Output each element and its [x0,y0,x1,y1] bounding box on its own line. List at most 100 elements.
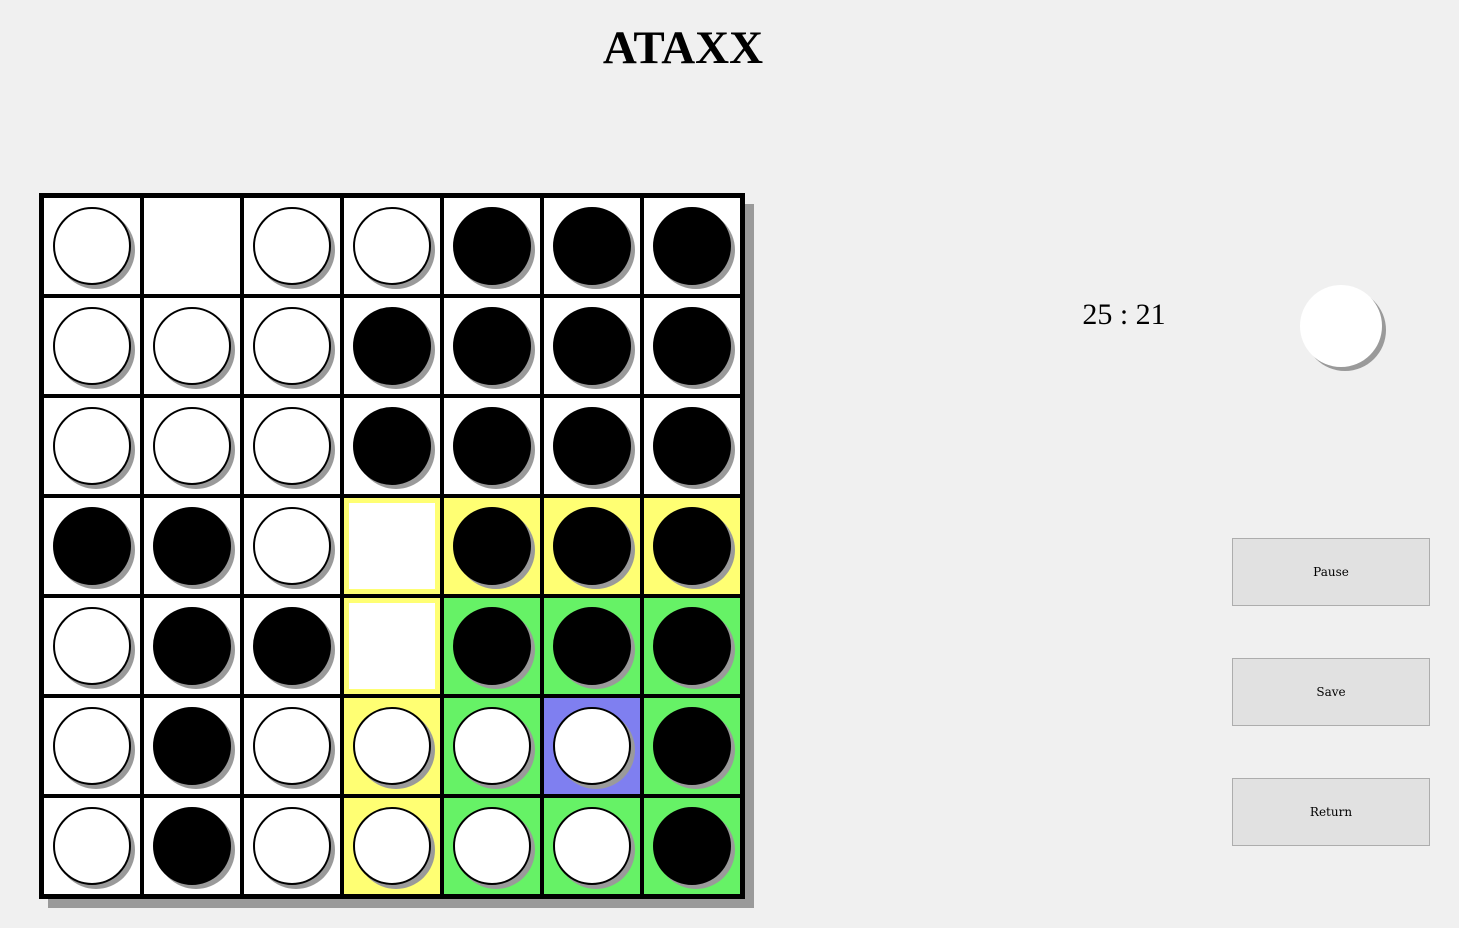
white-piece[interactable] [53,207,131,285]
black-piece[interactable] [653,807,731,885]
black-piece[interactable] [553,407,631,485]
board-cell-r1-c3[interactable] [244,198,340,294]
black-piece[interactable] [553,307,631,385]
white-piece[interactable] [253,307,331,385]
board-cell-r6-c3[interactable] [244,698,340,794]
white-piece[interactable] [453,707,531,785]
board-cell-r2-c6[interactable] [544,298,640,394]
white-piece[interactable] [53,707,131,785]
board-cell-r7-c6[interactable] [544,798,640,894]
board-cell-r6-c4[interactable] [344,698,440,794]
board-cell-r2-c5[interactable] [444,298,540,394]
board-cell-r6-c6[interactable] [544,698,640,794]
board-cell-r4-c1[interactable] [44,498,140,594]
board-cell-r3-c1[interactable] [44,398,140,494]
white-piece[interactable] [253,707,331,785]
board-cell-r5-c5[interactable] [444,598,540,694]
black-piece[interactable] [653,407,731,485]
board-cell-r4-c7[interactable] [644,498,740,594]
board-cell-r1-c7[interactable] [644,198,740,294]
board-cell-r6-c2[interactable] [144,698,240,794]
black-piece[interactable] [653,207,731,285]
board-cell-r2-c2[interactable] [144,298,240,394]
black-piece[interactable] [653,507,731,585]
board-cell-r7-c2[interactable] [144,798,240,894]
board-cell-r7-c1[interactable] [44,798,140,894]
board-cell-r5-c1[interactable] [44,598,140,694]
white-piece[interactable] [53,407,131,485]
save-button[interactable]: Save [1232,658,1430,726]
board-cell-r6-c1[interactable] [44,698,140,794]
pause-button[interactable]: Pause [1232,538,1430,606]
black-piece[interactable] [553,207,631,285]
board-cell-r4-c2[interactable] [144,498,240,594]
board-cell-r3-c3[interactable] [244,398,340,494]
board-cell-r6-c5[interactable] [444,698,540,794]
white-piece[interactable] [53,607,131,685]
board-cell-r1-c6[interactable] [544,198,640,294]
black-piece[interactable] [553,607,631,685]
black-piece[interactable] [453,407,531,485]
black-piece[interactable] [153,607,231,685]
board-cell-r2-c7[interactable] [644,298,740,394]
black-piece[interactable] [153,807,231,885]
board-cell-r6-c7[interactable] [644,698,740,794]
white-piece[interactable] [553,807,631,885]
board-cell-r4-c6[interactable] [544,498,640,594]
white-piece[interactable] [253,807,331,885]
board-cell-r7-c4[interactable] [344,798,440,894]
board-cell-r1-c5[interactable] [444,198,540,294]
white-piece[interactable] [53,807,131,885]
score-display: 25 : 21 [1082,298,1166,331]
white-piece[interactable] [253,407,331,485]
white-piece[interactable] [353,707,431,785]
board-cell-r1-c1[interactable] [44,198,140,294]
board-cell-r3-c4[interactable] [344,398,440,494]
white-piece[interactable] [153,307,231,385]
board-cell-r3-c2[interactable] [144,398,240,494]
board-cell-r1-c4[interactable] [344,198,440,294]
black-piece[interactable] [453,207,531,285]
white-piece[interactable] [153,407,231,485]
board-cell-r7-c5[interactable] [444,798,540,894]
black-piece[interactable] [153,707,231,785]
white-piece[interactable] [253,207,331,285]
white-piece[interactable] [453,807,531,885]
board-cell-r4-c5[interactable] [444,498,540,594]
board-cell-r3-c5[interactable] [444,398,540,494]
board-cell-r5-c3[interactable] [244,598,340,694]
black-piece[interactable] [453,307,531,385]
black-piece[interactable] [453,507,531,585]
black-piece[interactable] [653,707,731,785]
black-piece[interactable] [353,307,431,385]
black-piece[interactable] [253,607,331,685]
board-cell-r4-c3[interactable] [244,498,340,594]
game-title: ATAXX [602,22,764,74]
white-piece[interactable] [53,307,131,385]
black-piece[interactable] [553,507,631,585]
board-cell-r5-c6[interactable] [544,598,640,694]
board-cell-r4-c4[interactable] [344,498,440,594]
board-cell-r1-c2[interactable] [144,198,240,294]
black-piece[interactable] [653,607,731,685]
white-piece[interactable] [553,707,631,785]
black-piece[interactable] [53,507,131,585]
return-button[interactable]: Return [1232,778,1430,846]
white-piece[interactable] [353,207,431,285]
board-cell-r5-c7[interactable] [644,598,740,694]
board-cell-r5-c2[interactable] [144,598,240,694]
board-cell-r7-c7[interactable] [644,798,740,894]
board-cell-r5-c4[interactable] [344,598,440,694]
board-cell-r3-c7[interactable] [644,398,740,494]
white-piece[interactable] [353,807,431,885]
board-cell-r3-c6[interactable] [544,398,640,494]
board-cell-r7-c3[interactable] [244,798,340,894]
board-cell-r2-c4[interactable] [344,298,440,394]
black-piece[interactable] [653,307,731,385]
black-piece[interactable] [453,607,531,685]
black-piece[interactable] [153,507,231,585]
board-cell-r2-c1[interactable] [44,298,140,394]
black-piece[interactable] [353,407,431,485]
white-piece[interactable] [253,507,331,585]
board-cell-r2-c3[interactable] [244,298,340,394]
